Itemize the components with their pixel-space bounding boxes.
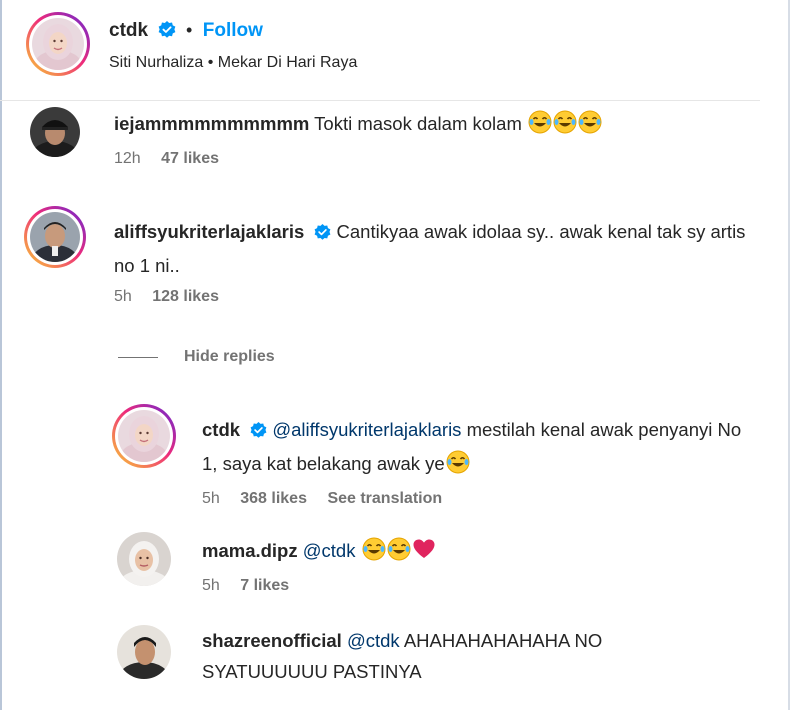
hijab-portrait-image <box>118 410 170 462</box>
reply-meta: 5h 368 likes See translation <box>202 490 742 508</box>
reply-time: 5h <box>202 490 220 507</box>
comment-time: 12h <box>114 150 141 167</box>
commenter-avatar[interactable] <box>30 107 80 157</box>
hijab-portrait-image <box>32 18 84 70</box>
reply: shazreenofficial @ctdk AHAHAHAHAHAHA NO … <box>202 625 722 687</box>
laughing-tears-emoji-icon <box>578 110 602 143</box>
author-username[interactable]: ctdk <box>109 20 148 41</box>
woman-hijab-image <box>117 532 171 586</box>
post-audio-subtitle[interactable]: Siti Nurhaliza • Mekar Di Hari Raya <box>109 54 357 72</box>
reply-mention-link[interactable]: @aliffsyukriterlajaklaris <box>272 419 461 440</box>
reply-likes[interactable]: 7 likes <box>240 577 289 594</box>
red-heart-emoji-icon <box>412 537 436 570</box>
hide-replies-label: Hide replies <box>184 348 275 365</box>
comment-username[interactable]: iejammmmmmmmmm <box>114 113 309 134</box>
reply-avatar[interactable] <box>117 532 171 586</box>
reply: mama.dipz @ctdk 5h 7 likes <box>202 535 742 595</box>
reply: ctdk @aliffsyukriterlajaklaris mestilah … <box>202 414 742 508</box>
laughing-tears-emoji-icon <box>553 110 577 143</box>
laughing-tears-emoji-icon <box>362 537 386 570</box>
hide-replies-button[interactable]: Hide replies <box>118 348 275 366</box>
verified-badge-icon <box>250 417 267 448</box>
laughing-tears-emoji-icon <box>446 450 470 483</box>
reply-username[interactable]: ctdk <box>202 419 240 440</box>
laughing-tears-emoji-icon <box>528 110 552 143</box>
man-portrait-image <box>117 625 171 679</box>
man-portrait-image <box>30 212 80 262</box>
verified-badge-icon <box>158 21 176 44</box>
follow-button[interactable]: Follow <box>203 20 263 41</box>
comment-meta: 12h 47 likes <box>114 150 754 168</box>
comment: iejammmmmmmmmm Tokti masok dalam kolam 1… <box>114 108 754 168</box>
reply-time: 5h <box>202 577 220 594</box>
reply-mention-link[interactable]: @ctdk <box>303 540 356 561</box>
comment-username[interactable]: aliffsyukriterlajaklaris <box>114 221 304 242</box>
reply-avatar[interactable] <box>112 404 176 468</box>
window-left-edge <box>0 0 2 710</box>
reply-avatar[interactable] <box>117 625 171 679</box>
comment-likes[interactable]: 47 likes <box>161 150 219 167</box>
man-with-cap-image <box>30 107 80 157</box>
post-header: ctdk • Follow Siti Nurhaliza • Mekar Di … <box>24 12 764 94</box>
see-translation-button[interactable]: See translation <box>327 490 442 507</box>
commenter-avatar[interactable] <box>24 206 86 268</box>
reply-username[interactable]: shazreenofficial <box>202 630 342 651</box>
comment-likes[interactable]: 128 likes <box>152 288 219 305</box>
reply-likes[interactable]: 368 likes <box>240 490 307 507</box>
author-avatar[interactable] <box>26 12 90 76</box>
comment-time: 5h <box>114 288 132 305</box>
comment: aliffsyukriterlajaklaris Cantikyaa awak … <box>114 216 764 306</box>
comment-text: Tokti masok dalam kolam <box>314 113 522 134</box>
reply-meta: 5h 7 likes <box>202 577 742 595</box>
hide-replies-line <box>118 356 158 358</box>
laughing-tears-emoji-icon <box>387 537 411 570</box>
header-separator: • <box>185 20 193 40</box>
comment-meta: 5h 128 likes <box>114 288 764 306</box>
verified-badge-icon <box>314 219 331 250</box>
reply-username[interactable]: mama.dipz <box>202 540 298 561</box>
header-divider <box>0 100 760 101</box>
reply-mention-link[interactable]: @ctdk <box>347 630 400 651</box>
